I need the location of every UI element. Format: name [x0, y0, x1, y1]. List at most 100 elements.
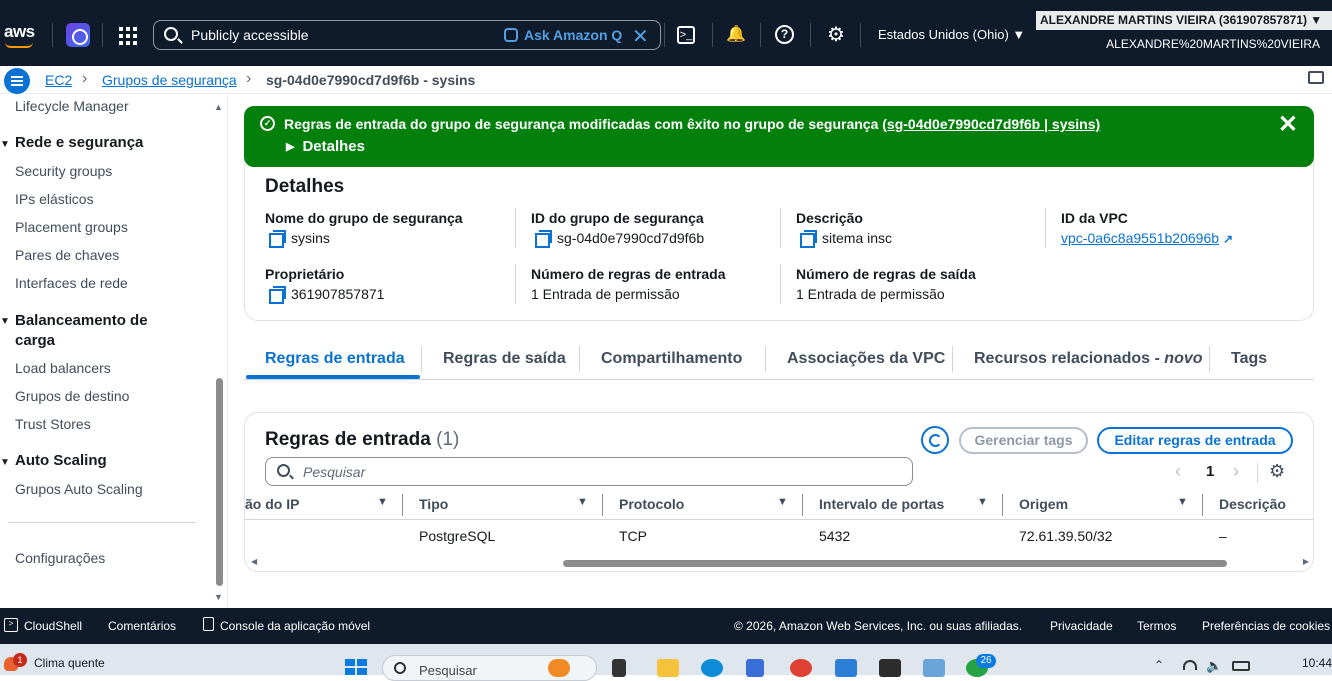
tab-inbound-rules[interactable]: Regras de entrada	[265, 350, 405, 368]
copy-icon[interactable]	[535, 230, 552, 248]
sidebar-item-security-groups[interactable]: Security groups	[15, 163, 112, 179]
sidebar-item-elastic-ips[interactable]: IPs elásticos	[15, 191, 94, 207]
column-header-description[interactable]: Descrição	[1219, 496, 1286, 512]
next-page-icon[interactable]: ›	[1233, 461, 1239, 482]
tab-outbound-rules[interactable]: Regras de saída	[443, 350, 566, 368]
previous-page-icon[interactable]: ‹	[1175, 461, 1181, 482]
app-icon[interactable]	[548, 659, 570, 677]
app-icon[interactable]	[612, 659, 626, 677]
caret-down-icon[interactable]: ▼	[0, 139, 10, 150]
horizontal-scrollbar[interactable]: ◀ ▶	[245, 557, 1313, 569]
horizontal-scroll-thumb[interactable]	[563, 560, 1227, 567]
column-resizer[interactable]	[402, 494, 403, 516]
column-resizer[interactable]	[602, 494, 603, 516]
tab-sharing[interactable]: Compartilhamento	[601, 350, 742, 368]
column-resizer[interactable]	[802, 494, 803, 516]
scroll-right-arrow-icon[interactable]: ▶	[1303, 557, 1309, 566]
clear-icon[interactable]: ✕	[632, 24, 649, 49]
vpc-link[interactable]: vpc-0a6c8a9551b20696b	[1061, 230, 1219, 246]
sidebar-item-trust-stores[interactable]: Trust Stores	[15, 416, 91, 432]
ask-amazon-q-button[interactable]: Ask Amazon Q	[524, 27, 622, 43]
copy-icon[interactable]	[800, 230, 817, 248]
chevron-up-icon[interactable]: ⌃	[1154, 658, 1164, 672]
sidebar-item-key-pairs[interactable]: Pares de chaves	[15, 247, 119, 263]
flash-group-link[interactable]: (sg-04d0e7990cd7d9f6b | sysins)	[882, 116, 1100, 132]
sidebar-item-auto-scaling-groups[interactable]: Grupos Auto Scaling	[15, 481, 143, 497]
footer-mobile-console[interactable]: Console da aplicação móvel	[220, 619, 370, 633]
footer-comments[interactable]: Comentários	[108, 619, 176, 633]
sidebar-item-load-balancers[interactable]: Load balancers	[15, 360, 111, 376]
hamburger-menu-icon[interactable]	[4, 68, 30, 94]
sidebar-item-network-interfaces[interactable]: Interfaces de rede	[15, 275, 128, 291]
column-header-type[interactable]: Tipo	[419, 496, 448, 512]
account-menu[interactable]: ALEXANDRE MARTINS VIEIRA (361907857871) …	[1036, 11, 1332, 30]
sidebar-section-network[interactable]: Rede e segurança	[15, 134, 143, 151]
manage-tags-button[interactable]: Gerenciar tags	[959, 427, 1088, 454]
cloudshell-icon[interactable]: >_	[677, 26, 695, 44]
help-icon[interactable]: ?	[775, 25, 794, 44]
footer-terms[interactable]: Termos	[1137, 619, 1176, 633]
app-icon[interactable]	[923, 659, 945, 677]
scroll-down-arrow-icon[interactable]: ▼	[214, 592, 223, 602]
feedback-icon[interactable]	[1308, 71, 1324, 84]
footer-privacy[interactable]: Privacidade	[1050, 619, 1113, 633]
sort-caret-icon[interactable]: ▼	[377, 496, 388, 508]
tab-vpc-associations[interactable]: Associações da VPC	[787, 350, 945, 368]
sidebar-section-auto-scaling[interactable]: Auto Scaling	[15, 452, 107, 469]
file-explorer-icon[interactable]	[657, 659, 679, 677]
sidebar-section-load-balancing[interactable]: Balanceamento de carga	[15, 311, 185, 351]
refresh-button[interactable]	[921, 426, 949, 454]
terminal-icon[interactable]	[879, 659, 901, 677]
vscode-icon[interactable]	[835, 659, 857, 677]
caret-down-icon[interactable]: ▼	[0, 457, 10, 468]
column-header-source[interactable]: Origem	[1019, 496, 1068, 512]
sidebar-scrollbar[interactable]	[216, 378, 223, 586]
services-grid-icon[interactable]	[119, 27, 137, 45]
chrome-browser-icon[interactable]	[790, 659, 812, 677]
amazon-q-icon[interactable]	[66, 23, 90, 47]
tab-tags[interactable]: Tags	[1231, 350, 1267, 368]
footer-cloudshell[interactable]: CloudShell	[24, 619, 82, 633]
copy-icon[interactable]	[269, 286, 286, 304]
flash-details-toggle[interactable]: ▶ Detalhes	[286, 138, 365, 155]
column-header-ip-version[interactable]: ão do IP	[245, 496, 299, 512]
app-icon[interactable]	[746, 659, 764, 677]
column-resizer[interactable]	[1202, 494, 1203, 516]
column-resizer[interactable]	[1002, 494, 1003, 516]
close-icon[interactable]: ✕	[1278, 110, 1298, 139]
battery-icon[interactable]	[1232, 661, 1250, 671]
notifications-bell-icon[interactable]: 🔔	[725, 24, 747, 46]
windows-start-icon[interactable]	[345, 659, 367, 675]
edit-inbound-rules-button[interactable]: Editar regras de entrada	[1097, 427, 1293, 454]
volume-icon[interactable]: 🔈	[1206, 658, 1222, 674]
copy-icon[interactable]	[269, 230, 286, 248]
column-header-port-range[interactable]: Intervalo de portas	[819, 496, 944, 512]
global-search-input[interactable]: Publicly accessible Ask Amazon Q ✕	[153, 20, 661, 50]
settings-gear-icon[interactable]: ⚙	[825, 24, 847, 46]
footer-cookie-preferences[interactable]: Preferências de cookies	[1202, 619, 1330, 633]
sort-caret-icon[interactable]: ▼	[777, 496, 788, 508]
aws-logo[interactable]: aws	[4, 22, 35, 42]
scroll-left-arrow-icon[interactable]: ◀	[251, 557, 257, 566]
sort-caret-icon[interactable]: ▼	[1177, 496, 1188, 508]
tab-related-resources[interactable]: Recursos relacionados - novo	[974, 350, 1203, 368]
sidebar-item-lifecycle-manager[interactable]: Lifecycle Manager	[15, 98, 129, 114]
region-selector[interactable]: Estados Unidos (Ohio) ▼	[878, 27, 1025, 42]
sort-caret-icon[interactable]: ▼	[977, 496, 988, 508]
caret-down-icon[interactable]: ▼	[0, 316, 10, 327]
wifi-icon[interactable]	[1183, 660, 1197, 670]
breadcrumb-ec2[interactable]: EC2	[45, 72, 72, 88]
breadcrumb-security-groups[interactable]: Grupos de segurança	[102, 72, 237, 88]
page-number[interactable]: 1	[1206, 463, 1214, 480]
sidebar-item-placement-groups[interactable]: Placement groups	[15, 219, 128, 235]
sort-caret-icon[interactable]: ▼	[577, 496, 588, 508]
sidebar-item-target-groups[interactable]: Grupos de destino	[15, 388, 129, 404]
scroll-up-arrow-icon[interactable]: ▲	[214, 102, 223, 112]
sidebar-item-settings[interactable]: Configurações	[15, 550, 105, 566]
column-header-protocol[interactable]: Protocolo	[619, 496, 684, 512]
clock-time[interactable]: 10:44	[1302, 656, 1332, 670]
rules-search-input[interactable]: Pesquisar	[265, 457, 913, 486]
weather-text[interactable]: Clima quente	[34, 656, 105, 670]
edge-browser-icon[interactable]	[701, 659, 723, 677]
table-preferences-gear-icon[interactable]: ⚙	[1269, 461, 1285, 482]
